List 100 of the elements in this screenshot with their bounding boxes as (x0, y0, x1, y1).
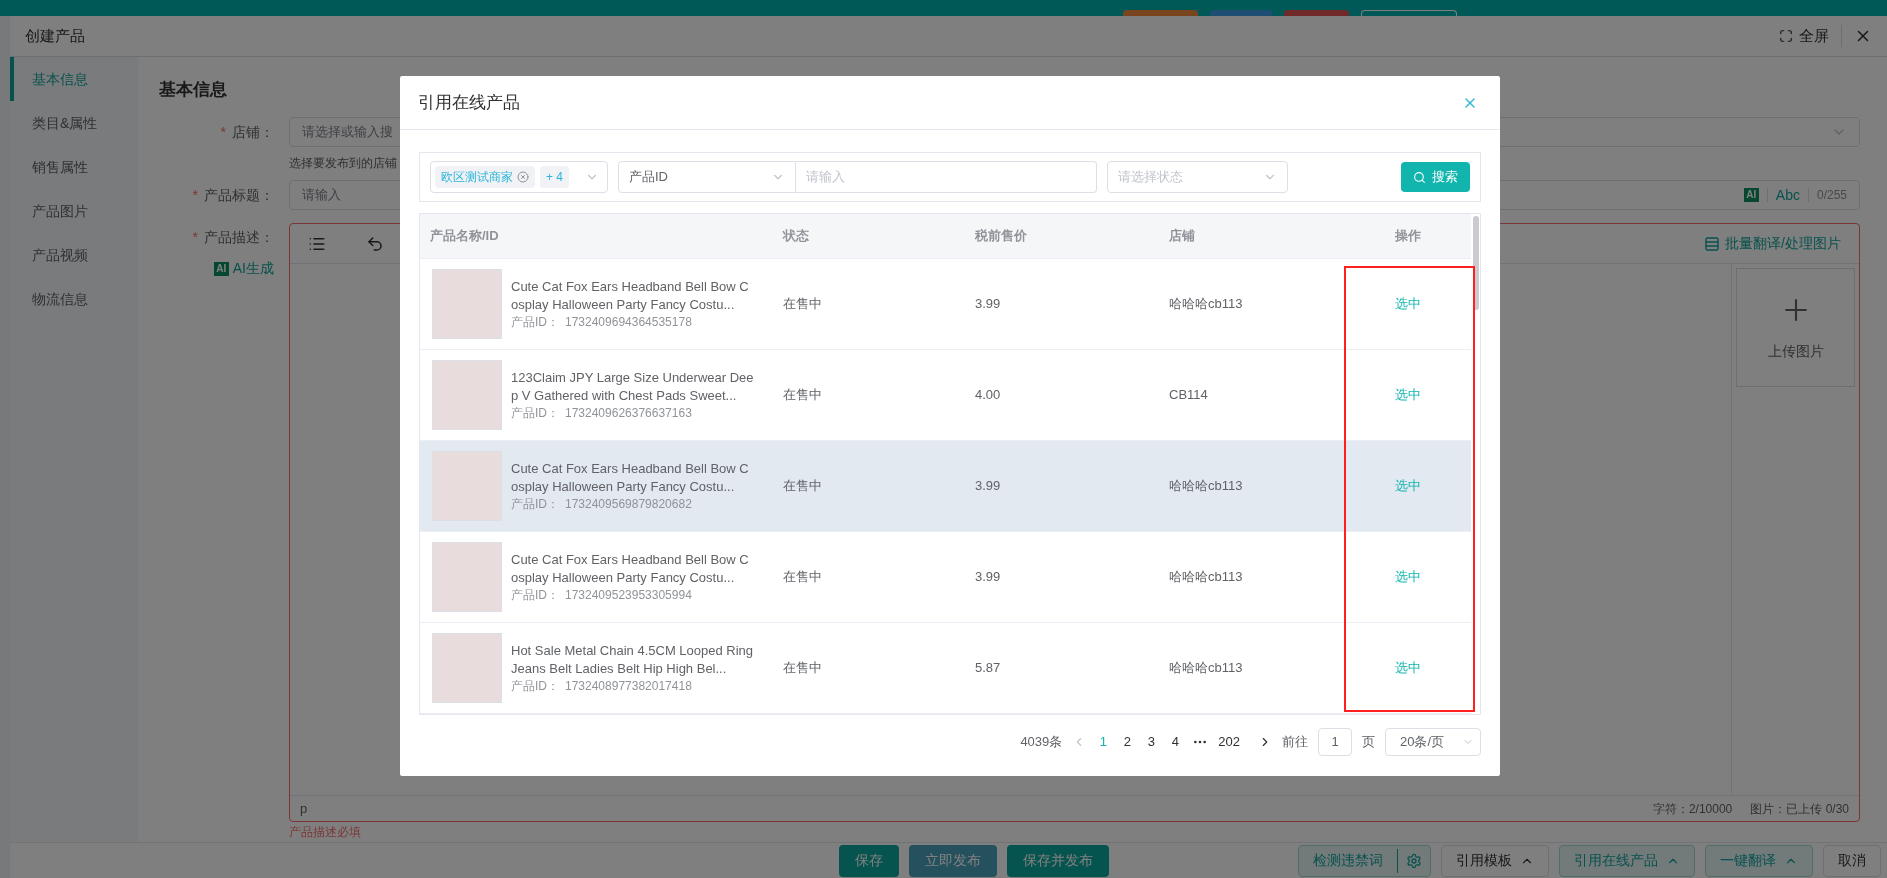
ai-badge: AI (213, 261, 229, 276)
column-header: 产品名称/ID (429, 227, 500, 246)
id-label: 产品ID： (511, 678, 559, 694)
rows-icon (1704, 235, 1721, 252)
status-text: 在售中 (783, 478, 822, 494)
ai-badge: AI (1743, 188, 1759, 202)
product-id: 1732409626376637163 (565, 405, 692, 421)
id-label: 产品ID： (511, 496, 559, 512)
status-text: 在售中 (783, 569, 822, 585)
footer-button[interactable]: 取消 (1823, 844, 1881, 877)
sidebar-item[interactable]: 基本信息 (10, 57, 138, 101)
field-label: 产品描述： (204, 228, 274, 247)
field-select[interactable]: 产品ID (618, 161, 796, 193)
select-link[interactable]: 选中 (1394, 658, 1421, 678)
store-name: CB114 (1169, 387, 1208, 403)
more-count-tag: + 4 (540, 166, 569, 188)
page-size-select[interactable]: 20条/页 (1385, 728, 1481, 756)
search-button[interactable]: 搜索 (1401, 162, 1470, 192)
scrollbar-thumb[interactable] (1472, 216, 1479, 310)
case-button[interactable]: Abc (1775, 184, 1800, 206)
close-icon (517, 171, 529, 183)
char-count: 字符：2/10000 (1652, 800, 1733, 818)
page-number[interactable]: 202 (1218, 732, 1240, 752)
store-tag: 欧区测试商家 (435, 166, 535, 188)
field-label: 产品标题： (204, 185, 274, 205)
footer-button[interactable]: 一键翻译 (1705, 844, 1813, 877)
page-input[interactable]: 1 (1318, 728, 1352, 756)
split-button[interactable]: 检测违禁词 (1298, 844, 1431, 877)
price-text: 3.99 (975, 296, 1001, 312)
photo-placeholder (432, 360, 502, 430)
status-text: 在售中 (783, 660, 822, 676)
keyword-input[interactable]: 请输入 (796, 161, 1097, 193)
footer-button[interactable]: 引用模板 (1441, 844, 1549, 877)
product-name: Cute Cat Fox Ears Headband Bell Bow Cosplay Halloween Party Fancy Costu... (511, 278, 750, 314)
id-label: 产品ID： (511, 405, 559, 421)
status-text: 在售中 (783, 296, 822, 312)
goto-label: 前往 (1282, 733, 1308, 752)
store-name: 哈哈哈cb113 (1169, 478, 1243, 494)
page-number[interactable]: 4 (1168, 732, 1183, 752)
select-link[interactable]: 选中 (1394, 476, 1421, 496)
id-label: 产品ID： (511, 314, 559, 330)
modal-title: 引用在线产品 (418, 91, 521, 114)
page-number[interactable]: 1 (1096, 732, 1111, 752)
footer-button[interactable]: 保存 (839, 844, 899, 877)
undo-icon[interactable] (366, 234, 384, 253)
select-link[interactable]: 选中 (1394, 294, 1421, 314)
required-mark: * (192, 228, 198, 247)
price-text: 3.99 (975, 569, 1001, 585)
photo-placeholder (432, 542, 502, 612)
upload-image-button[interactable]: 上传图片 (1736, 268, 1855, 387)
sidebar-item[interactable]: 产品视频 (10, 233, 138, 277)
element-path: p (300, 799, 309, 818)
store-name: 哈哈哈cb113 (1169, 296, 1243, 312)
footer-button[interactable]: 引用在线产品 (1559, 844, 1695, 877)
select-link[interactable]: 选中 (1394, 567, 1421, 587)
sidebar-item[interactable]: 类目&属性 (10, 101, 138, 145)
product-id: 1732409523953305994 (565, 587, 692, 603)
field-label: 店铺： (232, 122, 274, 142)
product-id: 1732409569879820682 (565, 496, 692, 512)
required-mark: * (192, 185, 198, 205)
photo-placeholder (432, 633, 502, 703)
ai-generate-button[interactable]: AI AI生成 (213, 258, 274, 279)
page-unit: 页 (1362, 733, 1375, 752)
column-header: 店铺 (1168, 227, 1196, 246)
fullscreen-button[interactable]: 全屏 (1779, 24, 1842, 48)
section-title: 基本信息 (159, 79, 228, 99)
expand-icon (1779, 29, 1793, 43)
header-chip (1210, 10, 1272, 16)
product-id: 1732408977382017418 (565, 678, 692, 694)
store-name: 哈哈哈cb113 (1169, 660, 1243, 676)
product-name: Hot Sale Metal Chain 4.5CM Looped Ring Jeans Belt Ladies Belt Hip High Bel... (511, 642, 755, 678)
footer-button[interactable]: 保存并发布 (1007, 844, 1109, 877)
product-id: 1732409694364535178 (565, 314, 692, 330)
search-icon (1413, 170, 1426, 184)
header-chip (1284, 10, 1349, 16)
sidebar-item[interactable]: 物流信息 (10, 277, 138, 321)
id-label: 产品ID： (511, 587, 559, 603)
column-header: 税前售价 (974, 227, 1028, 246)
store-multi-select[interactable]: 欧区测试商家 + 4 (430, 161, 608, 193)
select-link[interactable]: 选中 (1394, 385, 1421, 405)
product-name: Cute Cat Fox Ears Headband Bell Bow Cosplay Halloween Party Fancy Costu... (511, 460, 750, 496)
error-message: 产品描述必填 (289, 824, 361, 839)
store-name: 哈哈哈cb113 (1169, 569, 1243, 585)
photo-placeholder (432, 269, 502, 339)
field-hint: 选择要发布到的店铺 (289, 155, 397, 172)
batch-translate-button[interactable]: 批量翻译/处理图片 (1704, 233, 1841, 254)
status-select[interactable]: 请选择状态 (1107, 161, 1288, 193)
price-text: 5.87 (975, 660, 1001, 676)
settings-icon (1406, 852, 1422, 869)
sidebar-item[interactable]: 产品图片 (10, 189, 138, 233)
column-header: 操作 (1393, 227, 1422, 246)
total-count: 4039条 (1020, 733, 1063, 752)
page-number[interactable]: 3 (1144, 732, 1159, 752)
product-name: Cute Cat Fox Ears Headband Bell Bow Cosplay Halloween Party Fancy Costu... (511, 551, 750, 587)
drawer-title: 创建产品 (25, 25, 86, 46)
page-number[interactable]: 2 (1120, 732, 1135, 752)
column-header: 状态 (781, 227, 810, 246)
product-name: 123Claim JPY Large Size Underwear Deep V Gathered with Chest Pads Sweet... (511, 369, 755, 405)
sidebar-item[interactable]: 销售属性 (10, 145, 138, 189)
status-text: 在售中 (783, 387, 822, 403)
